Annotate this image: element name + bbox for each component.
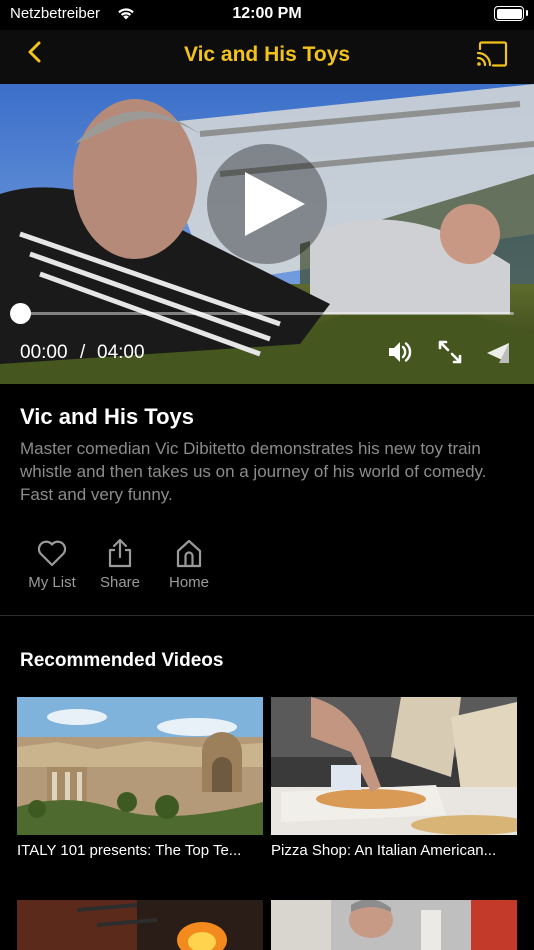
home-button[interactable]: Home bbox=[154, 538, 224, 598]
current-time: 00:00 bbox=[20, 342, 68, 363]
battery-icon bbox=[494, 6, 524, 21]
pizza-shop-image bbox=[271, 697, 517, 835]
flame-image bbox=[17, 900, 263, 950]
status-clock: 12:00 PM bbox=[232, 5, 302, 22]
share-button[interactable]: Share bbox=[85, 538, 155, 598]
video-description: Master comedian Vic Dibitetto demonstrat… bbox=[20, 439, 487, 504]
fullscreen-icon[interactable] bbox=[437, 339, 463, 365]
recommended-heading: Recommended Videos bbox=[20, 650, 224, 671]
rome-ruins-image bbox=[17, 697, 263, 835]
kitchen-image bbox=[271, 900, 517, 950]
progress-knob[interactable] bbox=[9, 303, 31, 324]
share-label: Share bbox=[99, 574, 141, 591]
cast-stream-icon[interactable] bbox=[485, 339, 511, 365]
battery-cap bbox=[526, 10, 528, 16]
nav-title: Vic and His Toys bbox=[183, 43, 351, 66]
play-button[interactable] bbox=[207, 144, 327, 264]
my-list-button[interactable]: My List bbox=[17, 538, 87, 598]
my-list-label: My List bbox=[28, 574, 76, 591]
share-icon bbox=[108, 538, 132, 568]
status-bar: Netzbetreiber 12:00 PM bbox=[0, 0, 534, 30]
recommended-thumbnail-3[interactable] bbox=[17, 900, 263, 950]
video-player[interactable]: 00:00 / 04:00 bbox=[0, 84, 534, 384]
video-title: Vic and His Toys bbox=[20, 404, 195, 429]
progress-track[interactable] bbox=[20, 312, 514, 315]
recommended-thumbnail-2[interactable] bbox=[271, 697, 517, 835]
duration: 04:00 bbox=[97, 342, 145, 363]
time-separator: / bbox=[80, 342, 86, 363]
recommended-title-1[interactable]: ITALY 101 presents: The Top Te... bbox=[17, 842, 263, 859]
recommended-thumbnail-1[interactable] bbox=[17, 697, 263, 835]
cast-icon[interactable] bbox=[476, 41, 508, 67]
volume-icon[interactable] bbox=[386, 339, 412, 365]
home-icon bbox=[176, 539, 202, 568]
heart-icon bbox=[37, 540, 67, 567]
recommended-thumbnail-4[interactable] bbox=[271, 900, 517, 950]
home-label: Home bbox=[168, 574, 209, 591]
recommended-title-2[interactable]: Pizza Shop: An Italian American... bbox=[271, 842, 517, 859]
navigation-bar: Vic and His Toys bbox=[0, 30, 534, 84]
divider bbox=[0, 615, 534, 616]
